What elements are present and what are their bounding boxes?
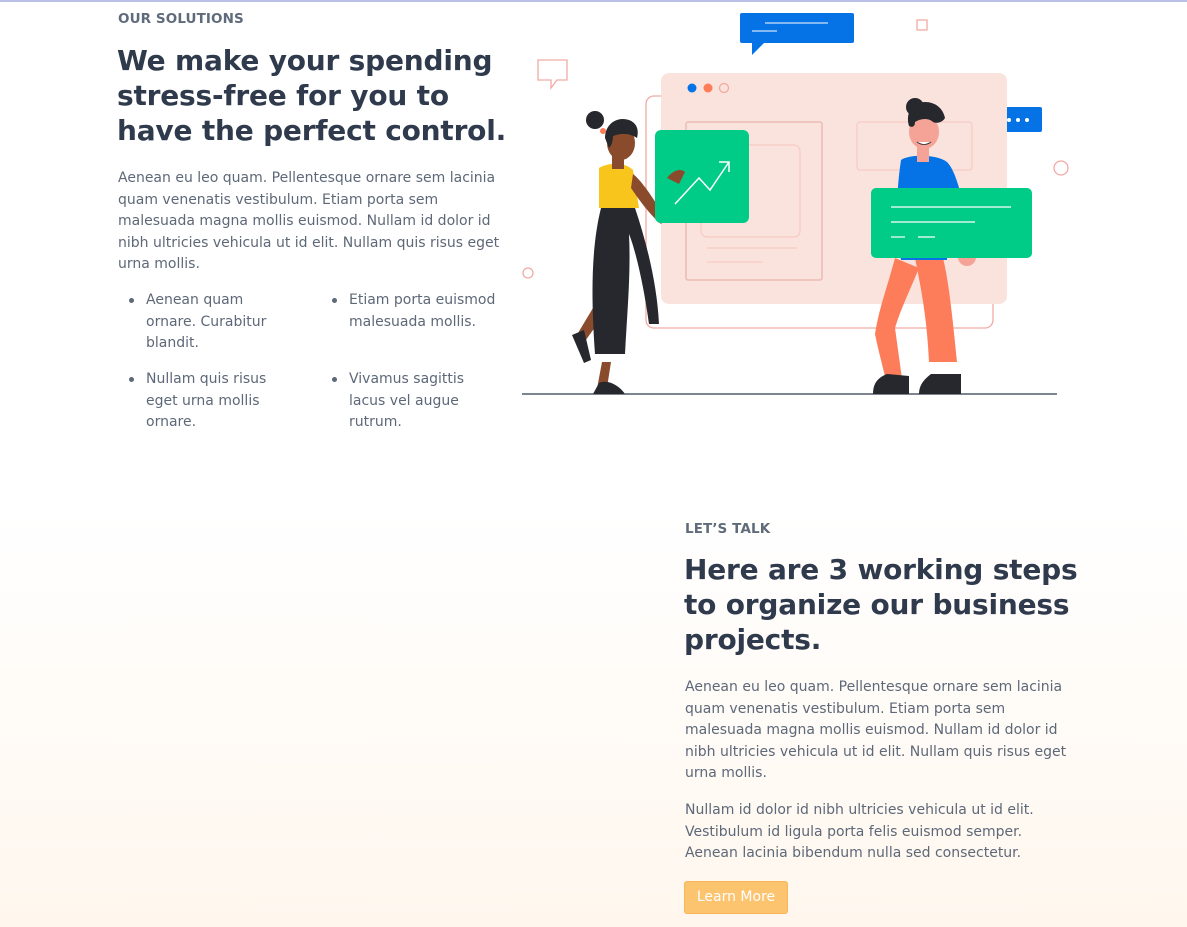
- list-item: Vivamus sagittis lacus vel augue rutrum.: [321, 369, 496, 434]
- list-item: Aenean quam ornare. Curabitur blandit.: [118, 290, 293, 355]
- solutions-eyebrow: OUR SOLUTIONS: [118, 11, 244, 27]
- list-item: Etiam porta euismod malesuada mollis.: [321, 290, 496, 333]
- list-item: Nullam quis risus eget urna mollis ornar…: [118, 369, 293, 434]
- solutions-heading: We make your spending stress-free for yo…: [117, 44, 507, 147]
- lets-talk-paragraph-2: Nullam id dolor id nibh ultricies vehicu…: [685, 802, 1034, 861]
- lets-talk-paragraph-1: Aenean eu leo quam. Pellentesque ornare …: [685, 679, 1067, 781]
- people-with-charts-illustration: [515, 8, 1075, 408]
- lets-talk-heading: Here are 3 working steps to organize our…: [684, 553, 1078, 656]
- learn-more-button[interactable]: Learn More: [684, 881, 788, 914]
- lets-talk-eyebrow: LET’S TALK: [685, 521, 771, 537]
- solutions-paragraph: Aenean eu leo quam. Pellentesque ornare …: [118, 170, 500, 272]
